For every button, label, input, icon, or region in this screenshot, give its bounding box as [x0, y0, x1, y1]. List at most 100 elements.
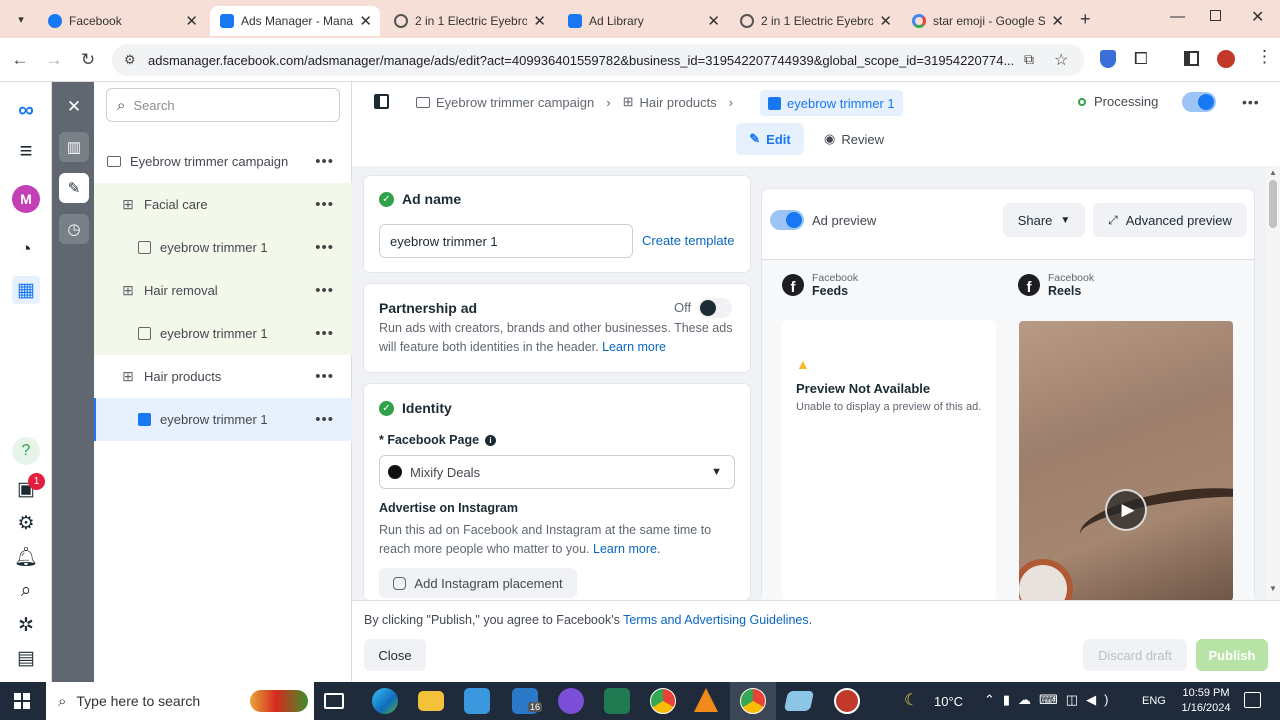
browser-tab-facebook[interactable]: Facebook ✕	[38, 6, 206, 36]
avatar[interactable]: M	[12, 185, 40, 213]
more-options-icon[interactable]: •••	[315, 282, 334, 299]
powershell-icon[interactable]	[604, 688, 630, 714]
more-options-icon[interactable]: •••	[315, 325, 334, 342]
weather-temp[interactable]: 10°C	[934, 694, 963, 709]
clock[interactable]: 10:59 PM 1/16/2024	[1180, 686, 1232, 716]
scroll-down-icon[interactable]: ▼	[1269, 584, 1277, 593]
alerts-bell-icon[interactable]: 🔔︎	[12, 543, 40, 571]
tree-item-adset-hair-removal[interactable]: ⊞ Hair removal •••	[94, 269, 352, 312]
tree-item-ad-selected[interactable]: eyebrow trimmer 1 •••	[94, 398, 352, 441]
charts-icon[interactable]: ▥	[59, 132, 89, 162]
store-icon[interactable]	[464, 688, 490, 714]
learn-more-link[interactable]: Learn more.	[593, 542, 660, 556]
task-view-icon[interactable]	[324, 693, 344, 709]
close-window-icon[interactable]: ✕	[1251, 7, 1264, 27]
share-button[interactable]: Share ▼	[1003, 203, 1085, 237]
tab-search-icon[interactable]: ▾	[12, 10, 30, 28]
ad-preview-toggle[interactable]	[770, 210, 804, 230]
url-field[interactable]: ⚙ adsmanager.facebook.com/adsmanager/man…	[112, 44, 1084, 76]
media-player-icon[interactable]	[558, 688, 584, 714]
notes-app-icon[interactable]	[783, 691, 815, 711]
side-panel-icon[interactable]	[1184, 51, 1199, 66]
tab-review[interactable]: ◉ Review	[816, 123, 892, 155]
close-editor-icon[interactable]: ✕	[59, 92, 89, 122]
windows-start-icon[interactable]	[14, 693, 30, 709]
close-tab-icon[interactable]: ✕	[707, 12, 720, 30]
bug-report-icon[interactable]: ✲	[12, 611, 40, 639]
close-button[interactable]: Close	[364, 639, 426, 671]
tree-item-campaign[interactable]: Eyebrow trimmer campaign •••	[94, 140, 352, 183]
brave-shield-icon[interactable]	[1100, 50, 1116, 68]
back-icon[interactable]: ←	[8, 48, 32, 72]
more-options-icon[interactable]: •••	[315, 411, 334, 428]
taskbar-search-box[interactable]: ⌕ Type here to search	[46, 682, 314, 720]
browser-tab-google[interactable]: star emoji - Google S ✕	[902, 6, 1072, 36]
file-explorer-icon[interactable]	[418, 691, 444, 711]
browser-menu-icon[interactable]: ⋮	[1256, 47, 1273, 67]
partnership-toggle[interactable]	[698, 298, 732, 318]
create-template-link[interactable]: Create template	[642, 233, 735, 248]
recorder-icon[interactable]	[834, 688, 860, 714]
ad-name-input[interactable]: eyebrow trimmer 1	[379, 224, 633, 258]
scroll-up-icon[interactable]: ▲	[1269, 168, 1277, 177]
breadcrumb-campaign[interactable]: Eyebrow trimmer campaign	[436, 95, 594, 110]
close-tab-icon[interactable]: ✕	[1051, 12, 1064, 30]
feedback-icon[interactable]: ▤	[12, 644, 40, 672]
more-options-icon[interactable]: •••	[315, 368, 334, 385]
close-tab-icon[interactable]: ✕	[185, 12, 198, 30]
tray-icons[interactable]: ⌃▮☁⌨◫◀)	[984, 692, 1116, 708]
restore-icon[interactable]	[1210, 10, 1221, 21]
scrollbar-thumb[interactable]	[1269, 180, 1277, 228]
browser-tab-product-2[interactable]: 2 in 1 Electric Eyebro ✕	[730, 6, 900, 36]
help-icon[interactable]: ?	[12, 437, 40, 465]
advanced-preview-button[interactable]: ⤢ Advanced preview	[1093, 203, 1247, 237]
meta-logo-icon[interactable]: ∞	[12, 96, 40, 124]
chrome-icon[interactable]	[650, 688, 676, 714]
publish-button[interactable]: Publish	[1196, 639, 1268, 671]
ad-on-off-toggle[interactable]	[1182, 92, 1216, 112]
edit-pencil-icon[interactable]: ✎	[59, 173, 89, 203]
profile-avatar[interactable]	[1217, 50, 1235, 68]
chrome-icon[interactable]	[740, 688, 766, 714]
tab-edit[interactable]: ✎ Edit	[736, 123, 804, 155]
notification-center-icon[interactable]	[1244, 692, 1261, 708]
history-clock-icon[interactable]: ◷	[59, 214, 89, 244]
browser-tab-product-1[interactable]: 2 in 1 Electric Eyebro ✕	[384, 6, 554, 36]
breadcrumb-adset[interactable]: Hair products	[639, 95, 716, 110]
learn-more-link[interactable]: Learn more	[602, 340, 666, 354]
browser-tab-ads-manager[interactable]: Ads Manager - Mana ✕	[210, 6, 380, 36]
language-indicator[interactable]: ENG	[1142, 695, 1166, 707]
edge-icon[interactable]	[372, 688, 398, 714]
bookmark-star-icon[interactable]: ☆	[1054, 50, 1068, 70]
add-instagram-placement-button[interactable]: Add Instagram placement	[379, 568, 577, 598]
tree-item-ad[interactable]: eyebrow trimmer 1 •••	[94, 312, 352, 355]
install-app-icon[interactable]: ⧉	[1024, 51, 1034, 68]
search-icon[interactable]: ⌕	[12, 577, 40, 605]
dashboard-gauge-icon[interactable]: ◔	[12, 236, 40, 264]
toggle-tree-panel-icon[interactable]	[374, 94, 389, 109]
more-options-icon[interactable]: •••	[315, 153, 334, 170]
main-scrollbar[interactable]: ▲ ▼	[1266, 166, 1280, 600]
new-tab-icon[interactable]: +	[1080, 9, 1091, 30]
close-tab-icon[interactable]: ✕	[359, 12, 372, 30]
breadcrumb-ad-current[interactable]: eyebrow trimmer 1	[760, 90, 903, 116]
browser-tab-ad-library[interactable]: Ad Library ✕	[558, 6, 728, 36]
settings-gear-icon[interactable]: ⚙	[12, 509, 40, 537]
site-info-icon[interactable]: ⚙	[124, 52, 136, 68]
play-icon[interactable]: ▶	[1105, 489, 1147, 531]
forward-icon[interactable]: →	[42, 48, 66, 72]
discard-draft-button[interactable]: Discard draft	[1083, 639, 1187, 671]
more-options-icon[interactable]: •••	[1242, 94, 1260, 110]
minimize-icon[interactable]: —	[1170, 8, 1185, 25]
tree-item-adset-hair-products[interactable]: ⊞ Hair products •••	[94, 355, 352, 398]
close-tab-icon[interactable]: ✕	[533, 12, 546, 30]
extensions-icon[interactable]: ⧠	[1134, 49, 1148, 69]
tree-item-adset-facial-care[interactable]: ⊞ Facial care •••	[94, 183, 352, 226]
vlc-icon[interactable]	[694, 688, 718, 712]
close-tab-icon[interactable]: ✕	[879, 12, 892, 30]
reels-video-preview[interactable]: ▶	[1019, 321, 1233, 601]
tree-item-ad[interactable]: eyebrow trimmer 1 •••	[94, 226, 352, 269]
ads-manager-table-icon[interactable]: ▦	[12, 276, 40, 304]
reload-icon[interactable]: ↻	[76, 48, 100, 72]
tree-search-input[interactable]: ⌕ Search	[106, 88, 340, 122]
